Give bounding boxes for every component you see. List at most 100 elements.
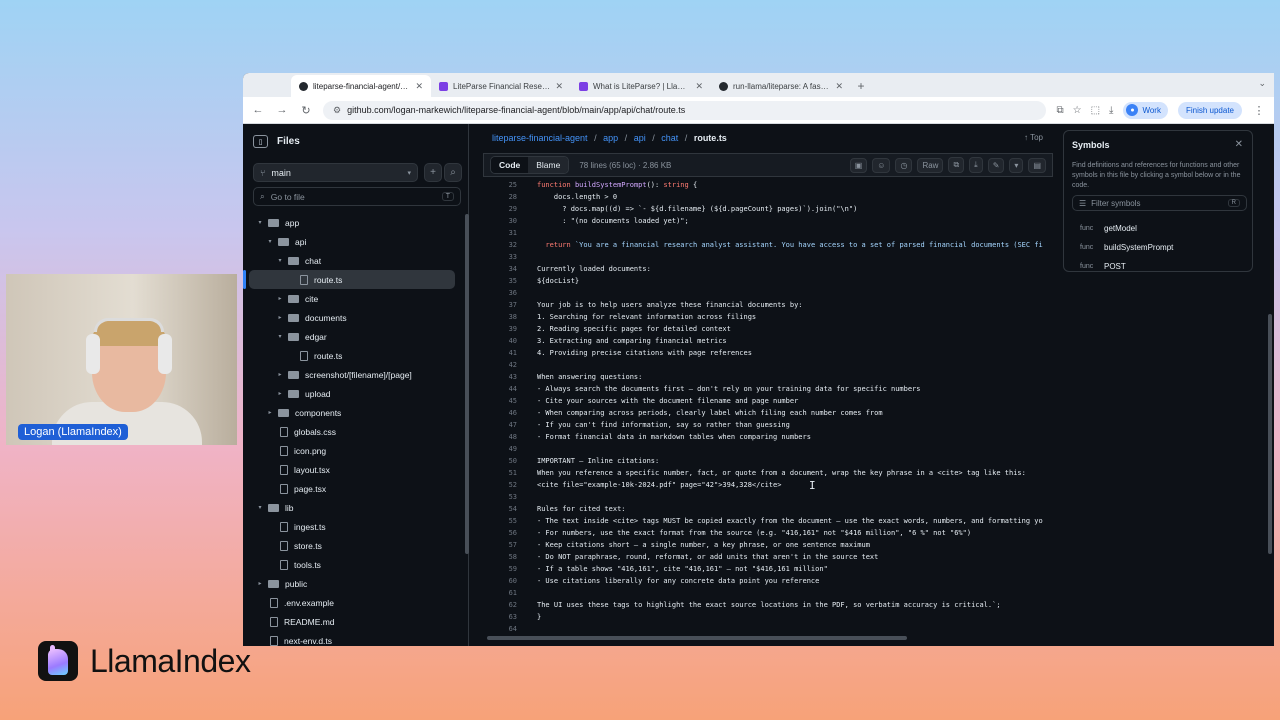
code-line[interactable]: 55 - The text inside <cite> tags MUST be … xyxy=(483,515,1053,527)
code-line[interactable]: 38 1. Searching for relevant information … xyxy=(483,311,1053,323)
line-number[interactable]: 60 xyxy=(483,575,517,587)
line-number[interactable]: 36 xyxy=(483,287,517,299)
chevron-right-icon[interactable]: ▸ xyxy=(255,580,265,587)
tree-folder[interactable]: ▸ cite xyxy=(243,289,465,308)
code-line[interactable]: 59 - If a table shows "416,161", cite "41… xyxy=(483,563,1053,575)
code-line[interactable]: 40 3. Extracting and comparing financial … xyxy=(483,335,1053,347)
browser-tab-4[interactable]: run-llama/liteparse: A fast, h ✕ xyxy=(711,75,851,97)
line-number[interactable]: 45 xyxy=(483,395,517,407)
code-line[interactable]: 64 xyxy=(483,623,1053,634)
symbols-toggle-icon[interactable]: ▣ xyxy=(849,157,868,173)
line-number[interactable]: 35 xyxy=(483,275,517,287)
code-line[interactable]: 35 ${docList} xyxy=(483,275,1053,287)
back-icon[interactable]: ← xyxy=(251,104,265,116)
line-number[interactable]: 62 xyxy=(483,599,517,611)
download-icon[interactable]: ⤓ xyxy=(969,157,983,173)
line-number[interactable]: 46 xyxy=(483,407,517,419)
tree-scrollbar[interactable] xyxy=(465,214,469,554)
line-number[interactable]: 30 xyxy=(483,215,517,227)
finish-update-button[interactable]: Finish update xyxy=(1177,101,1242,119)
tree-folder[interactable]: ▸ components xyxy=(243,403,465,422)
code-line[interactable]: 46 - When comparing across periods, clear… xyxy=(483,407,1053,419)
symbol-item[interactable]: func POST xyxy=(1080,257,1173,276)
line-number[interactable]: 51 xyxy=(483,467,517,479)
tree-folder[interactable]: ▾ chat xyxy=(243,251,465,270)
browser-tab-3[interactable]: What is LiteParse? | LlamaInd ✕ xyxy=(571,75,711,97)
tree-folder[interactable]: ▾ edgar xyxy=(243,327,465,346)
tree-file[interactable]: tools.ts xyxy=(243,555,465,574)
tree-folder[interactable]: ▸ upload xyxy=(243,384,465,403)
site-settings-icon[interactable]: ⚙ xyxy=(333,105,341,116)
code-line[interactable]: 39 2. Reading specific pages for detailed… xyxy=(483,323,1053,335)
breadcrumb-link-app[interactable]: app xyxy=(603,133,618,143)
browser-tab-2[interactable]: LiteParse Financial Research ✕ xyxy=(431,75,571,97)
code-line[interactable]: 60 - Use citations liberally for any conc… xyxy=(483,575,1053,587)
line-number[interactable]: 34 xyxy=(483,263,517,275)
code-line[interactable]: 61 xyxy=(483,587,1053,599)
code-line[interactable]: 33 xyxy=(483,251,1053,263)
tree-file[interactable]: icon.png xyxy=(243,441,465,460)
profile-chip[interactable]: ● Work xyxy=(1123,101,1168,119)
breadcrumb-repo-link[interactable]: liteparse-financial-agent xyxy=(492,133,588,143)
code-line[interactable]: 62 The UI uses these tags to highlight th… xyxy=(483,599,1053,611)
line-number[interactable]: 40 xyxy=(483,335,517,347)
line-number[interactable]: 37 xyxy=(483,299,517,311)
extensions-icon[interactable]: ⬚ xyxy=(1091,105,1100,116)
bookmark-star-icon[interactable]: ☆ xyxy=(1073,105,1082,116)
copy-icon[interactable]: ⧉ xyxy=(948,157,965,173)
line-number[interactable]: 38 xyxy=(483,311,517,323)
code-line[interactable]: 45 - Cite your sources with the document … xyxy=(483,395,1053,407)
breadcrumb-link-api[interactable]: api xyxy=(634,133,646,143)
code-line[interactable]: 57 - Keep citations short — a single numb… xyxy=(483,539,1053,551)
chevron-down-icon[interactable]: ▾ xyxy=(265,238,275,245)
code-line[interactable]: 50 IMPORTANT — Inline citations: xyxy=(483,455,1053,467)
new-tab-button[interactable]: + xyxy=(851,75,871,97)
close-icon[interactable]: ✕ xyxy=(1235,139,1243,150)
more-menu-icon[interactable]: ⋮ xyxy=(1252,104,1266,117)
tab-blame[interactable]: Blame xyxy=(528,157,569,173)
chevron-down-icon[interactable]: ▾ xyxy=(1009,157,1024,173)
tab-code[interactable]: Code xyxy=(491,157,529,173)
chevron-right-icon[interactable]: ▸ xyxy=(275,295,285,302)
line-number[interactable]: 42 xyxy=(483,359,517,371)
code-line[interactable]: 52 <cite file="example-10k-2024.pdf" page… xyxy=(483,479,1053,491)
line-number[interactable]: 52 xyxy=(483,479,517,491)
symbols-panel-icon[interactable]: ▤ xyxy=(1028,157,1046,173)
tree-file[interactable]: next-env.d.ts xyxy=(243,631,465,646)
symbol-item[interactable]: func getModel xyxy=(1080,219,1173,238)
filter-symbols-input[interactable]: ☰ Filter symbols R xyxy=(1072,195,1247,211)
code-line[interactable]: 56 - For numbers, use the exact format fr… xyxy=(483,527,1053,539)
download-icon[interactable]: ⤓ xyxy=(1109,105,1113,116)
collapse-panel-icon[interactable]: ▯ xyxy=(253,135,268,148)
line-number[interactable]: 57 xyxy=(483,539,517,551)
code-line[interactable]: 54 Rules for cited text: xyxy=(483,503,1053,515)
add-file-button[interactable]: + xyxy=(424,163,442,182)
copilot-icon[interactable]: ☺ xyxy=(872,157,891,173)
symbol-item[interactable]: func buildSystemPrompt xyxy=(1080,238,1173,257)
code-line[interactable]: 51 When you reference a specific number, … xyxy=(483,467,1053,479)
line-number[interactable]: 63 xyxy=(483,611,517,623)
line-number[interactable]: 29 xyxy=(483,203,517,215)
tree-folder[interactable]: ▾ api xyxy=(243,232,465,251)
line-number[interactable]: 58 xyxy=(483,551,517,563)
close-icon[interactable]: ✕ xyxy=(415,81,423,92)
edit-pencil-icon[interactable]: ✎ xyxy=(987,157,1005,173)
url-bar[interactable]: ⚙ github.com/logan-markewich/liteparse-f… xyxy=(323,100,1047,120)
code-line[interactable]: 63} xyxy=(483,611,1053,623)
tree-folder[interactable]: ▾ app xyxy=(243,213,465,232)
breadcrumb-link-chat[interactable]: chat xyxy=(661,133,678,143)
browser-tab-1[interactable]: liteparse-financial-agent/app/ ✕ xyxy=(291,75,431,97)
go-to-file-input[interactable]: ⌕ Go to file T xyxy=(253,187,461,206)
code-line[interactable]: 25 function buildSystemPrompt(): string { xyxy=(483,179,1053,191)
chevron-right-icon[interactable]: ▸ xyxy=(275,390,285,397)
line-number[interactable]: 43 xyxy=(483,371,517,383)
tree-file[interactable]: globals.css xyxy=(243,422,465,441)
code-line[interactable]: 42 xyxy=(483,359,1053,371)
tree-folder[interactable]: ▾ lib xyxy=(243,498,465,517)
tree-file[interactable]: README.md xyxy=(243,612,465,631)
tree-folder[interactable]: ▸ public xyxy=(243,574,465,593)
line-number[interactable]: 49 xyxy=(483,443,517,455)
code-line[interactable]: 29 ? docs.map((d) => `- ${d.filename} ($… xyxy=(483,203,1053,215)
line-number[interactable]: 61 xyxy=(483,587,517,599)
forward-icon[interactable]: → xyxy=(275,104,289,116)
